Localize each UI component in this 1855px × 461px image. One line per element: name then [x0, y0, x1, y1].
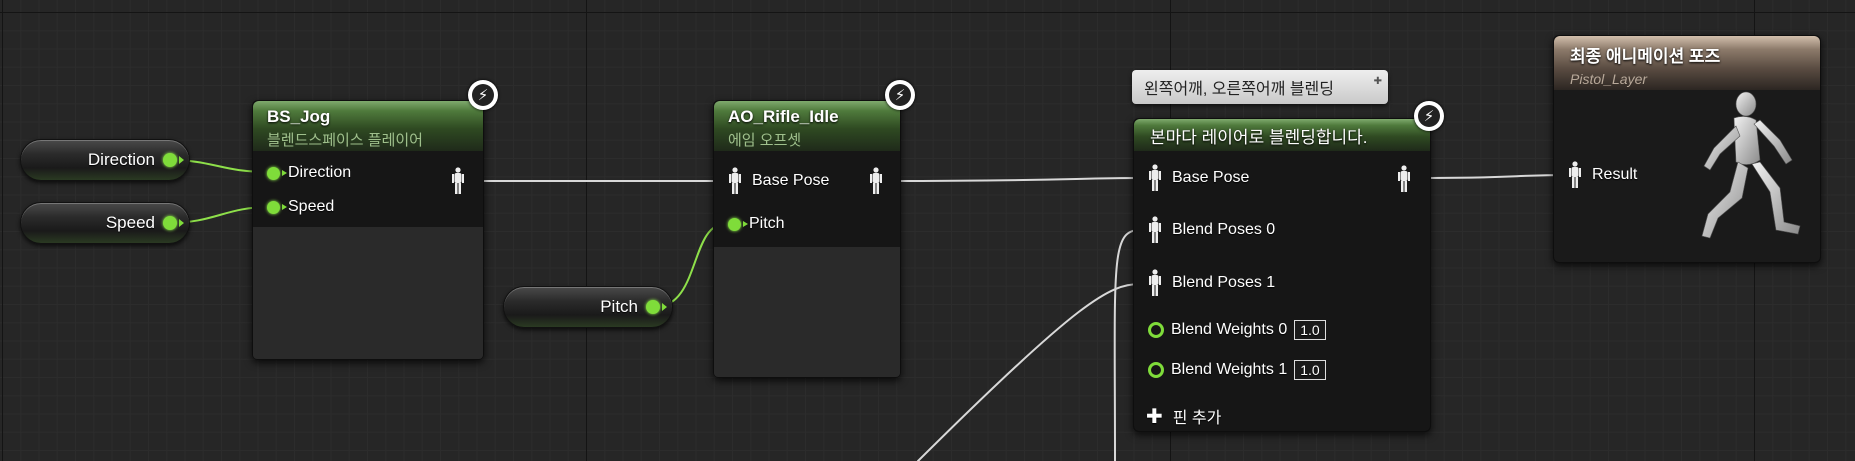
pose-output-icon[interactable] — [869, 167, 883, 195]
pitch-variable-label: Pitch — [600, 297, 638, 316]
bs-jog-subtitle: 블렌드스페이스 플레이어 — [267, 132, 423, 149]
ao-rifle-idle-node[interactable]: AO_Rifle_Idle 에임 오프셋 Base Pose Pitch — [713, 100, 901, 378]
blend-weights-1-label: Blend Weights 1 — [1171, 361, 1288, 378]
lightning-bolt-icon: ⚡ — [468, 80, 498, 110]
speed-input-pin[interactable] — [267, 200, 287, 214]
bs-jog-speed-label: Speed — [288, 198, 335, 215]
ao-pitch-label: Pitch — [749, 215, 785, 232]
layered-blend-title: 본마다 레이어로 블렌딩합니다. — [1150, 128, 1368, 147]
direction-input-pin[interactable] — [267, 166, 287, 180]
pose-input-icon[interactable] — [728, 167, 742, 195]
wire-blend1 — [917, 283, 1141, 461]
ao-basepose-pin-row[interactable]: Base Pose — [714, 167, 830, 195]
comment-pin-icon[interactable]: ✚ — [1374, 76, 1382, 87]
speed-output-pin[interactable] — [163, 216, 184, 230]
layered-blend-header[interactable]: 본마다 레이어로 블렌딩합니다. — [1134, 119, 1430, 151]
pose-input-icon[interactable] — [1568, 161, 1582, 189]
layered-blend-per-bone-node[interactable]: 본마다 레이어로 블렌딩합니다. Base Pose Blend Poses 0… — [1133, 118, 1431, 432]
pose-input-icon[interactable] — [1148, 164, 1162, 192]
final-pose-subtitle: Pistol_Layer — [1570, 71, 1648, 87]
final-pose-header[interactable]: 최종 애니메이션 포즈 Pistol_Layer — [1554, 36, 1820, 90]
result-pin-row[interactable]: Result — [1554, 161, 1638, 189]
ao-basepose-label: Base Pose — [752, 172, 830, 189]
ao-rifle-subtitle: 에임 오프셋 — [728, 132, 802, 149]
lightning-bolt-icon: ⚡ — [885, 80, 915, 110]
pose-output-icon[interactable] — [1397, 165, 1411, 193]
result-label: Result — [1592, 166, 1638, 183]
running-mannequin-icon — [1701, 91, 1801, 239]
lightning-bolt-icon: ⚡ — [1414, 101, 1444, 131]
speed-variable-label: Speed — [105, 213, 155, 232]
final-animation-pose-node[interactable]: 최종 애니메이션 포즈 Pistol_Layer Result — [1553, 35, 1821, 263]
bs-jog-node[interactable]: BS_Jog 블렌드스페이스 플레이어 Direction Speed — [252, 100, 484, 360]
speed-variable-node[interactable]: Speed — [20, 202, 190, 244]
pitch-input-pin[interactable] — [728, 217, 748, 231]
bs-jog-header[interactable]: BS_Jog 블렌드스페이스 플레이어 — [253, 101, 483, 151]
blend-basepose-pin-row[interactable]: Base Pose — [1134, 164, 1250, 192]
add-pin-label: 핀 추가 — [1172, 410, 1222, 427]
wire-result — [1417, 174, 1571, 179]
blend-weights-0-label: Blend Weights 0 — [1171, 321, 1288, 338]
ao-pitch-pin-row[interactable]: Pitch — [714, 211, 785, 237]
blend-weights-0-pin-row[interactable]: Blend Weights 0 1.0 — [1134, 317, 1326, 343]
blend-poses-1-pin-row[interactable]: Blend Poses 1 — [1134, 269, 1276, 297]
blend-weight-0-field[interactable]: 1.0 — [1294, 320, 1326, 340]
ao-rifle-node-body — [714, 247, 900, 377]
comment-bubble[interactable]: 왼쪽어깨, 오른쪽어깨 블렌딩 ✚ — [1132, 70, 1388, 104]
add-pin-button[interactable]: ✚ 핀 추가 — [1134, 403, 1221, 429]
direction-output-pin[interactable] — [163, 153, 184, 167]
direction-variable-label: Direction — [87, 150, 155, 169]
blend-weights-1-pin-row[interactable]: Blend Weights 1 1.0 — [1134, 357, 1326, 383]
bs-jog-title: BS_Jog — [267, 107, 331, 126]
ao-rifle-header[interactable]: AO_Rifle_Idle 에임 오프셋 — [714, 101, 900, 151]
direction-variable-node[interactable]: Direction — [20, 139, 190, 181]
ao-rifle-title: AO_Rifle_Idle — [728, 107, 839, 126]
blend-weight-0-input-pin[interactable] — [1148, 322, 1164, 338]
bs-jog-direction-label: Direction — [288, 164, 352, 181]
pitch-output-pin[interactable] — [646, 300, 667, 314]
pose-input-icon[interactable] — [1148, 216, 1162, 244]
comment-text: 왼쪽어깨, 오른쪽어깨 블렌딩 — [1144, 81, 1334, 98]
blend-weight-1-field[interactable]: 1.0 — [1294, 360, 1326, 380]
bs-jog-direction-pin-row[interactable]: Direction — [253, 160, 351, 186]
blend-poses-0-label: Blend Poses 0 — [1172, 221, 1276, 238]
blend-poses-1-label: Blend Poses 1 — [1172, 274, 1276, 291]
blend-poses-0-pin-row[interactable]: Blend Poses 0 — [1134, 216, 1276, 244]
wire-ao-basepose — [887, 177, 1141, 182]
pose-input-icon[interactable] — [1148, 269, 1162, 297]
bs-jog-speed-pin-row[interactable]: Speed — [253, 194, 334, 220]
final-pose-title: 최종 애니메이션 포즈 — [1570, 47, 1721, 66]
pitch-variable-node[interactable]: Pitch — [503, 286, 673, 328]
blend-weight-1-input-pin[interactable] — [1148, 362, 1164, 378]
plus-icon: ✚ — [1146, 405, 1163, 428]
bs-jog-node-body — [253, 227, 483, 359]
pose-output-icon[interactable] — [451, 167, 465, 195]
blend-basepose-label: Base Pose — [1172, 169, 1250, 186]
